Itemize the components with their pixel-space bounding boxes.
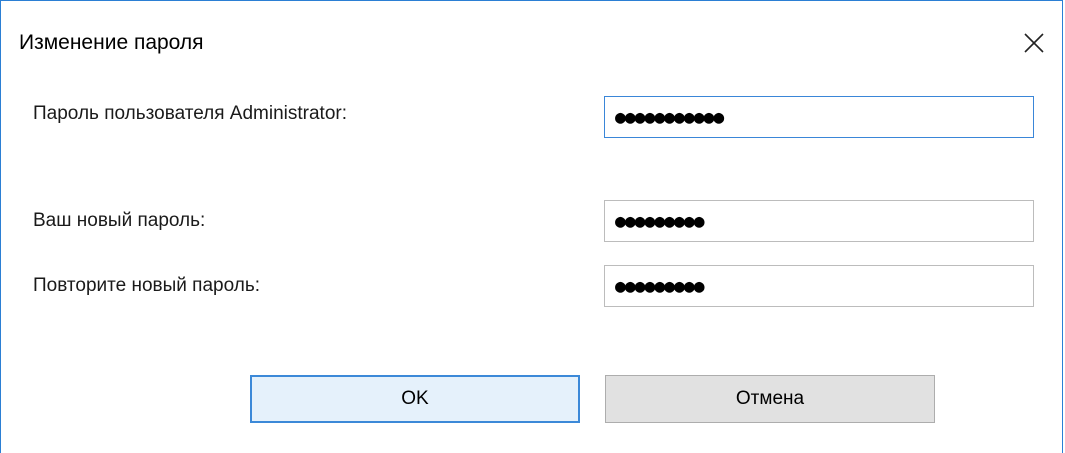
change-password-dialog: Изменение пароля Пароль пользователя Adm… (0, 0, 1063, 453)
dialog-title: Изменение пароля (19, 31, 204, 54)
ok-button[interactable]: OK (250, 375, 580, 423)
cancel-button[interactable]: Отмена (605, 375, 935, 423)
repeat-password-field[interactable] (604, 265, 1034, 307)
admin-password-label: Пароль пользователя Administrator: (33, 103, 348, 124)
new-password-label: Ваш новый пароль: (33, 210, 206, 231)
title-bar: Изменение пароля (1, 1, 1062, 85)
new-password-field[interactable] (604, 200, 1034, 242)
close-button[interactable] (1016, 25, 1052, 61)
repeat-password-label: Повторите новый пароль: (33, 275, 261, 296)
close-icon (1024, 33, 1044, 53)
admin-password-field[interactable] (604, 96, 1034, 138)
